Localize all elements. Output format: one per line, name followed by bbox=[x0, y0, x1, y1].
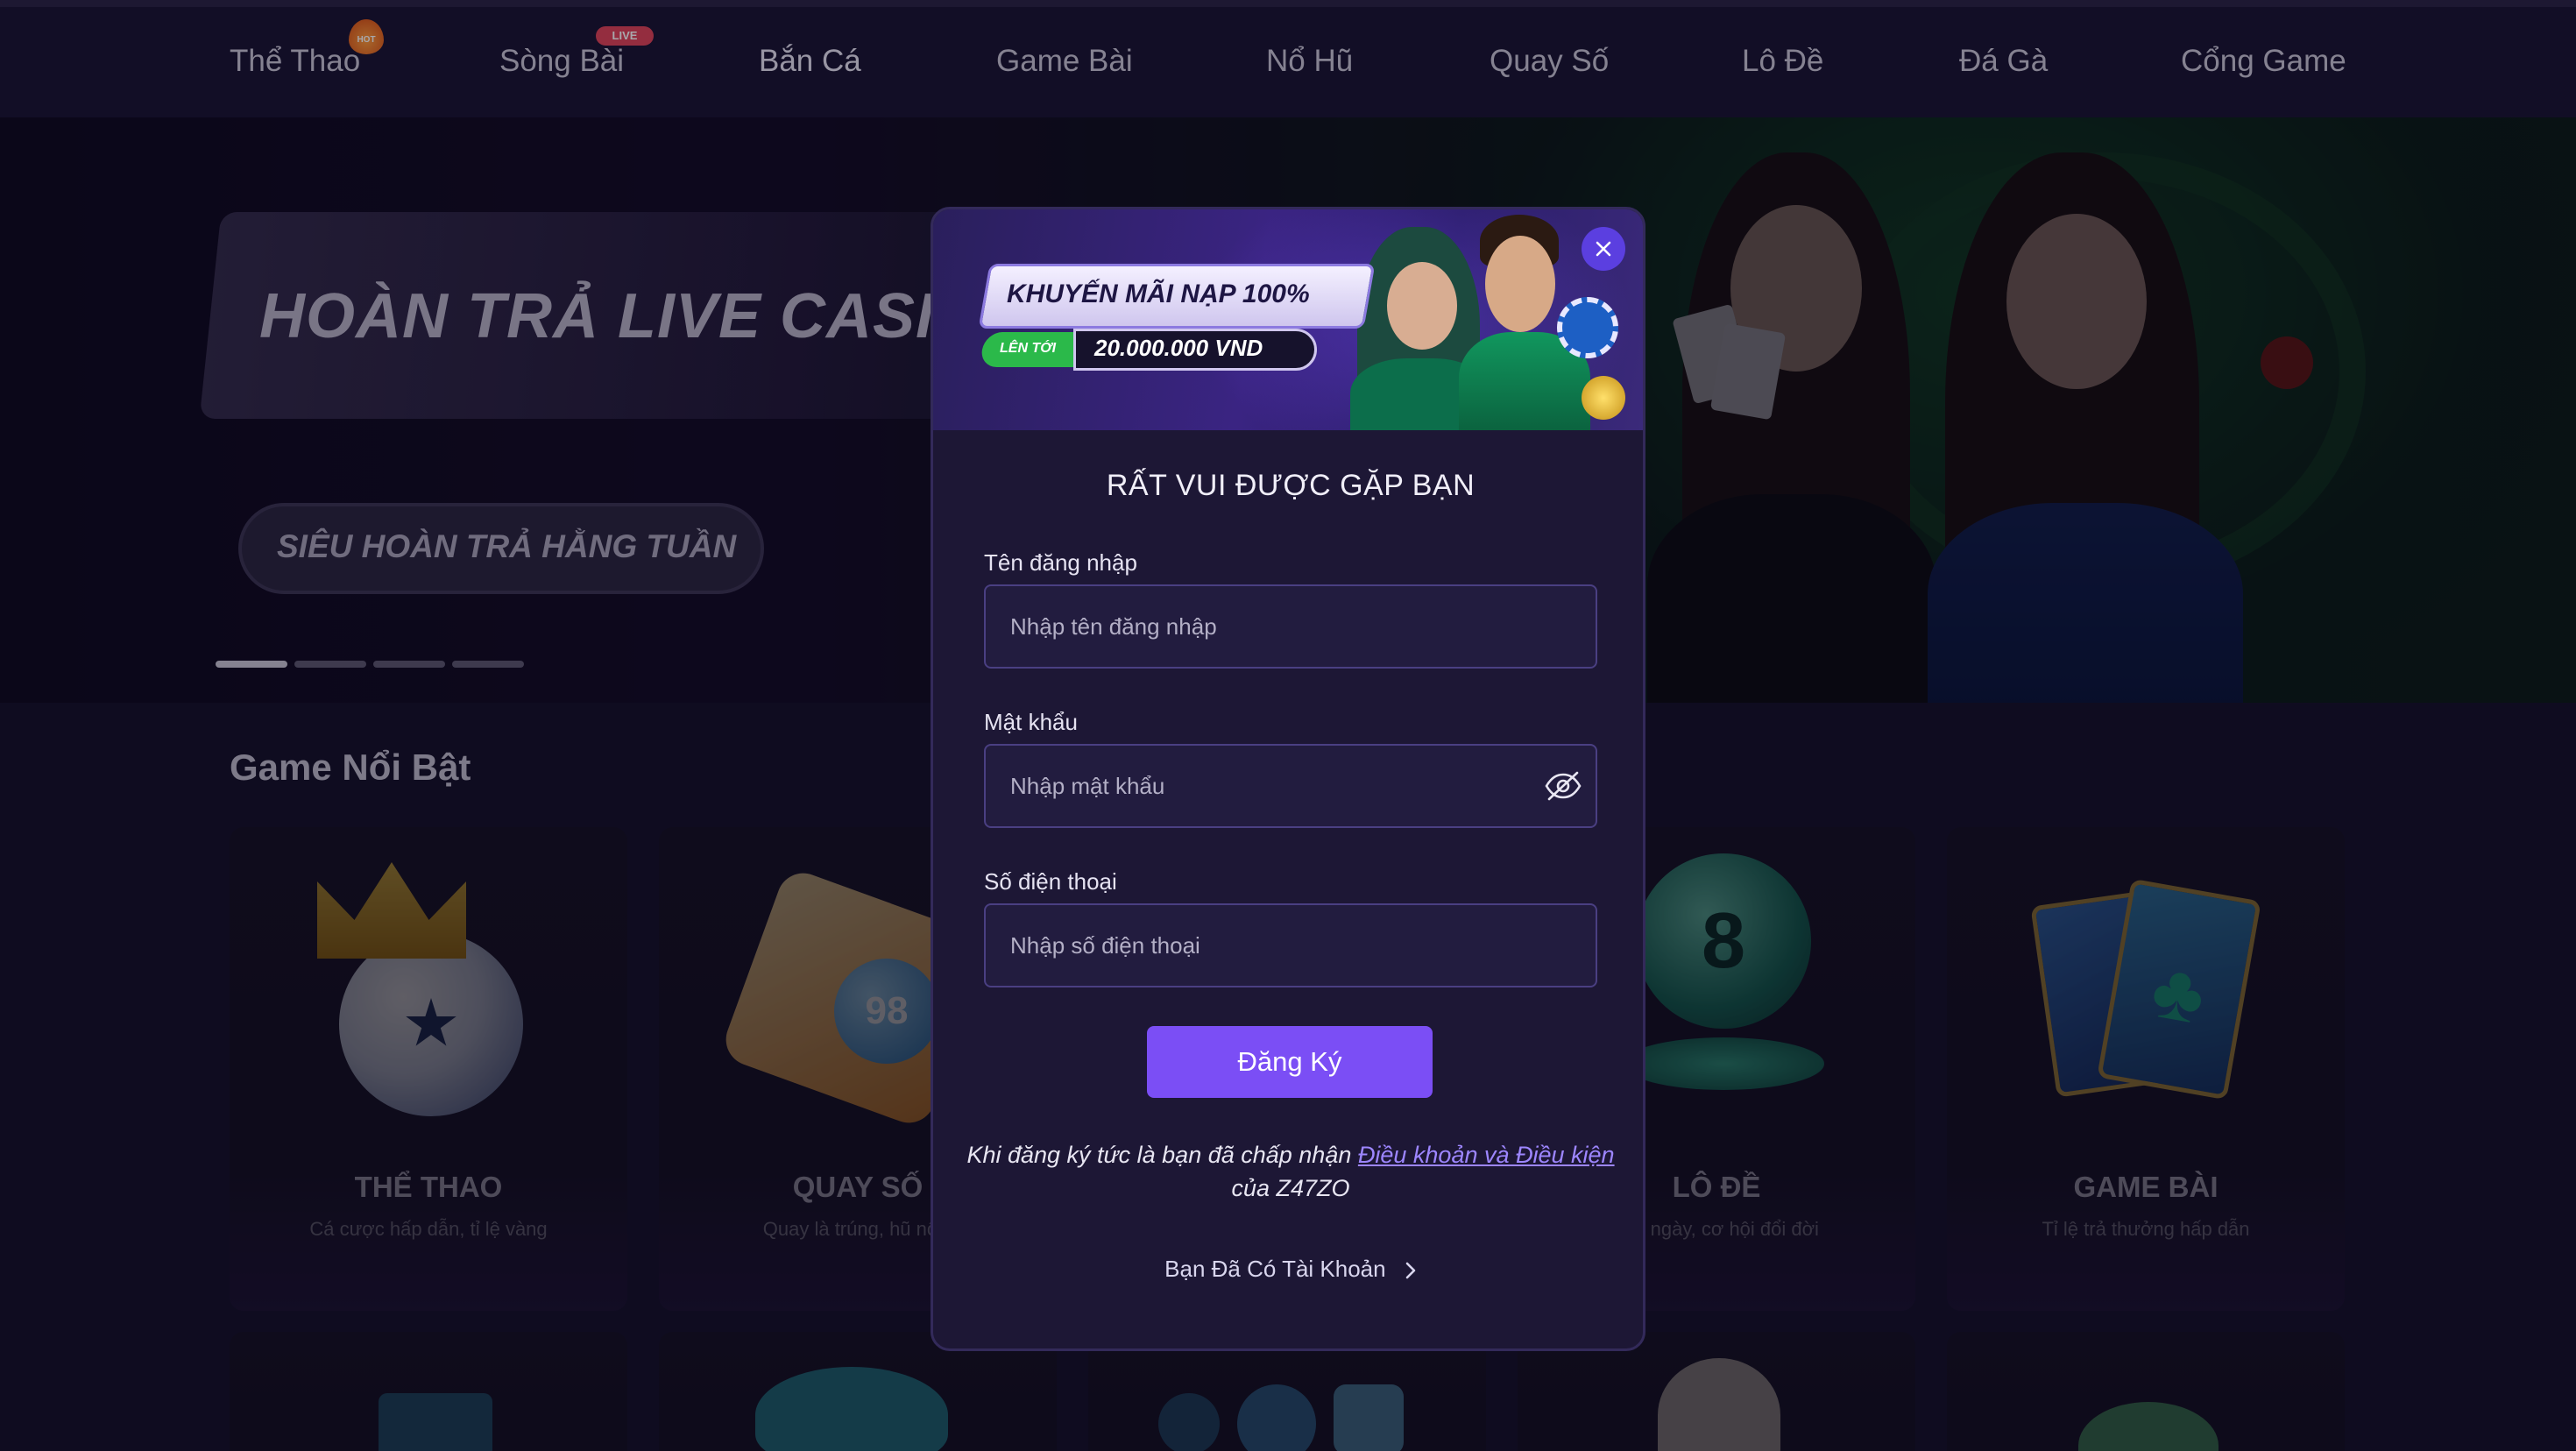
eye-off-icon bbox=[1545, 771, 1582, 801]
gold-coin-icon bbox=[1582, 376, 1625, 420]
register-modal: KHUYẾN MÃI NẠP 100% LÊN TỚI 20.000.000 V… bbox=[931, 207, 1645, 1351]
existing-account-label: Bạn Đã Có Tài Khoản bbox=[1164, 1256, 1386, 1282]
promo-tag-label: LÊN TỚI bbox=[1000, 341, 1057, 356]
promo-model-male-face bbox=[1485, 236, 1555, 332]
promo-amount: 20.000.000 VND bbox=[1094, 335, 1263, 361]
casino-chip-icon bbox=[1557, 297, 1618, 358]
terms-notice: Khi đăng ký tức là bạn đã chấp nhận Điều… bbox=[933, 1138, 1643, 1205]
terms-suffix: của Z47ZO bbox=[1231, 1175, 1350, 1201]
promo-banner: KHUYẾN MÃI NẠP 100% LÊN TỚI 20.000.000 V… bbox=[933, 209, 1643, 430]
username-label: Tên đăng nhập bbox=[984, 549, 1137, 576]
phone-field[interactable] bbox=[984, 903, 1597, 987]
promo-title: KHUYẾN MÃI NẠP 100% bbox=[1007, 280, 1310, 308]
terms-prefix: Khi đăng ký tức là bạn đã chấp nhận bbox=[966, 1142, 1358, 1168]
password-label: Mật khẩu bbox=[984, 709, 1078, 735]
close-button[interactable] bbox=[1582, 227, 1625, 271]
username-field[interactable] bbox=[984, 584, 1597, 669]
close-icon bbox=[1596, 241, 1611, 257]
phone-input[interactable] bbox=[1010, 905, 1536, 986]
password-field[interactable] bbox=[984, 744, 1597, 828]
modal-title: RẤT VUI ĐƯỢC GẶP BẠN bbox=[1106, 469, 1476, 502]
promo-model-female-face bbox=[1387, 262, 1457, 350]
username-input[interactable] bbox=[1010, 586, 1536, 667]
register-button[interactable]: Đăng Ký bbox=[1147, 1026, 1433, 1098]
toggle-password-visibility-button[interactable] bbox=[1543, 768, 1583, 803]
password-input[interactable] bbox=[1010, 746, 1536, 826]
phone-label: Số điện thoại bbox=[984, 868, 1117, 895]
chevron-right-icon bbox=[1405, 1262, 1416, 1279]
terms-link[interactable]: Điều khoản và Điều kiện bbox=[1358, 1142, 1615, 1168]
existing-account-link[interactable]: Bạn Đã Có Tài Khoản bbox=[933, 1256, 1643, 1283]
